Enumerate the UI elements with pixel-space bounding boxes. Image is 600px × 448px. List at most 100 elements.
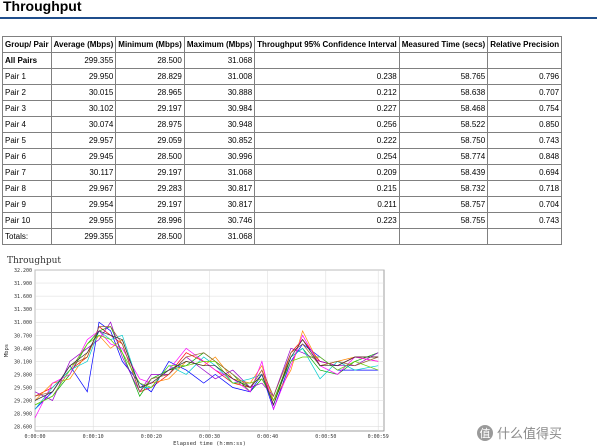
value-cell: 28.996: [116, 213, 184, 228]
value-cell: 30.817: [184, 197, 255, 212]
value-cell: 0.850: [488, 117, 562, 132]
value-cell: 0.743: [488, 133, 562, 148]
value-cell: 31.068: [184, 165, 255, 180]
value-cell: 29.957: [51, 133, 116, 148]
table-row: Pair 2 30.015 28.965 30.888 0.212 58.638 0.707: [3, 85, 562, 100]
table-row: All Pairs 299.355 28.500 31.068: [3, 53, 562, 68]
value-cell: 30.102: [51, 101, 116, 116]
value-cell: 29.954: [51, 197, 116, 212]
watermark-badge: 值: [477, 424, 493, 441]
value-cell: [399, 229, 488, 244]
value-cell: 29.950: [51, 69, 116, 84]
value-cell: 0.212: [255, 85, 399, 100]
y-tick-label: 28.600: [14, 425, 32, 431]
value-cell: 29.955: [51, 213, 116, 228]
watermark-text: 什么值得买: [497, 427, 563, 442]
y-tick-label: 30.700: [14, 333, 32, 339]
value-cell: 0.223: [255, 213, 399, 228]
value-cell: 0.227: [255, 101, 399, 116]
value-cell: 29.945: [51, 149, 116, 164]
y-tick-label: 31.600: [14, 294, 32, 300]
row-label-cell: Pair 6: [3, 149, 51, 164]
table-row: Pair 6 29.945 28.500 30.996 0.254 58.774 0.848: [3, 149, 562, 164]
x-axis-label: Elapsed time (h:mm:ss): [173, 441, 246, 447]
column-header: Minimum (Mbps): [116, 37, 184, 52]
table-header-row: Group/ Pair Average (Mbps) Minimum (Mbps…: [3, 37, 562, 52]
value-cell: 30.888: [184, 85, 255, 100]
value-cell: 28.965: [116, 85, 184, 100]
value-cell: 0.796: [488, 69, 562, 84]
x-tick-label: 0:00:20: [141, 434, 162, 440]
value-cell: 58.755: [399, 213, 488, 228]
value-cell: 30.074: [51, 117, 116, 132]
row-label-cell: Pair 10: [3, 213, 51, 228]
y-tick-label: 29.200: [14, 399, 32, 405]
row-label-cell: Pair 7: [3, 165, 51, 180]
value-cell: 29.967: [51, 181, 116, 196]
value-cell: [399, 53, 488, 68]
table-row: Pair 3 30.102 29.197 30.984 0.227 58.468 0.754: [3, 101, 562, 116]
column-header: Relative Precision: [488, 37, 562, 52]
x-tick-label: 0:00:30: [199, 434, 220, 440]
x-tick-label: 0:00:40: [257, 434, 278, 440]
row-label-cell: Totals:: [3, 229, 51, 244]
column-header: Average (Mbps): [51, 37, 116, 52]
value-cell: 0.694: [488, 165, 562, 180]
row-label-cell: Pair 9: [3, 197, 51, 212]
row-label-cell: Pair 3: [3, 101, 51, 116]
value-cell: 28.829: [116, 69, 184, 84]
y-tick-label: 32.200: [14, 268, 32, 274]
table-row: Pair 1 29.950 28.829 31.008 0.238 58.765 0.796: [3, 69, 562, 84]
value-cell: 28.975: [116, 117, 184, 132]
y-axis-label: Mbps: [4, 344, 10, 357]
value-cell: 58.774: [399, 149, 488, 164]
value-cell: 0.704: [488, 197, 562, 212]
value-cell: [488, 229, 562, 244]
value-cell: 30.984: [184, 101, 255, 116]
y-tick-label: 30.100: [14, 359, 32, 365]
value-cell: [255, 229, 399, 244]
value-cell: 0.215: [255, 181, 399, 196]
value-cell: 0.222: [255, 133, 399, 148]
row-label-cell: Pair 1: [3, 69, 51, 84]
value-cell: [488, 53, 562, 68]
table-row: Pair 8 29.967 29.283 30.817 0.215 58.732 0.718: [3, 181, 562, 196]
y-tick-label: 28.900: [14, 412, 32, 418]
value-cell: 31.068: [184, 229, 255, 244]
value-cell: 0.209: [255, 165, 399, 180]
throughput-chart: 32.200 31.900 31.600 31.300 31.000 30.700 30.4…: [0, 253, 392, 448]
value-cell: 0.754: [488, 101, 562, 116]
value-cell: 28.500: [116, 149, 184, 164]
table-row: Pair 7 30.117 29.197 31.068 0.209 58.439 0.694: [3, 165, 562, 180]
row-label-cell: All Pairs: [3, 53, 51, 68]
value-cell: 299.355: [51, 53, 116, 68]
page-title: Throughput: [3, 0, 82, 14]
value-cell: 29.197: [116, 165, 184, 180]
value-cell: 0.848: [488, 149, 562, 164]
row-label-cell: Pair 5: [3, 133, 51, 148]
y-tick-label: 29.500: [14, 385, 32, 391]
value-cell: 0.707: [488, 85, 562, 100]
value-cell: 31.008: [184, 69, 255, 84]
value-cell: 0.743: [488, 213, 562, 228]
watermark: 值 什么值得买: [477, 423, 562, 442]
y-tick-label: 29.800: [14, 372, 32, 378]
column-header: Measured Time (secs): [399, 37, 488, 52]
table-row: Pair 10 29.955 28.996 30.746 0.223 58.755 0.74…: [3, 213, 562, 228]
value-cell: 30.852: [184, 133, 255, 148]
value-cell: 58.757: [399, 197, 488, 212]
table-row: Pair 4 30.074 28.975 30.948 0.256 58.522 0.850: [3, 117, 562, 132]
row-label-cell: Pair 4: [3, 117, 51, 132]
value-cell: 58.732: [399, 181, 488, 196]
value-cell: 29.197: [116, 197, 184, 212]
throughput-table: Group/ Pair Average (Mbps) Minimum (Mbps…: [2, 36, 563, 245]
table-row: Pair 9 29.954 29.197 30.817 0.211 58.757 0.704: [3, 197, 562, 212]
value-cell: 29.197: [116, 101, 184, 116]
value-cell: [255, 53, 399, 68]
value-cell: 0.211: [255, 197, 399, 212]
value-cell: 58.750: [399, 133, 488, 148]
y-tick-label: 31.000: [14, 320, 32, 326]
y-tick-label: 31.300: [14, 307, 32, 313]
column-header: Maximum (Mbps): [184, 37, 255, 52]
title-underline: [0, 17, 597, 19]
